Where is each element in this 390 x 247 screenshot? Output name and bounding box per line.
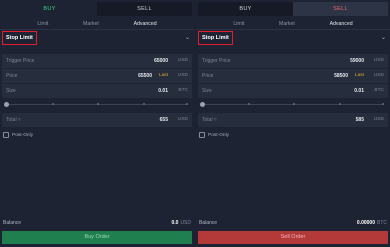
price-value: 65500 bbox=[138, 73, 152, 79]
tab-limit[interactable]: Limit bbox=[233, 19, 244, 29]
total-unit: USD bbox=[373, 117, 384, 122]
balance-label: Balance bbox=[3, 220, 22, 226]
tab-sell[interactable]: SELL bbox=[293, 2, 388, 16]
chevron-down-icon: ⌄ bbox=[380, 35, 386, 41]
total-input[interactable]: Total ≈ 655 USD bbox=[2, 113, 192, 127]
price-label: Price bbox=[6, 73, 18, 79]
trigger-price-label: Trigger Price bbox=[202, 58, 231, 64]
tab-buy[interactable]: BUY bbox=[2, 2, 97, 16]
tab-market[interactable]: Market bbox=[83, 19, 99, 29]
slider-tick bbox=[142, 103, 145, 105]
order-type-tabs: Limit Market Advanced bbox=[196, 19, 390, 29]
slider-tick bbox=[247, 103, 250, 105]
size-slider[interactable] bbox=[4, 102, 189, 108]
post-only-label: Post-Only bbox=[208, 132, 230, 138]
sell-order-button[interactable]: Sell Order bbox=[198, 231, 388, 244]
order-type-value: Stop Limit bbox=[198, 31, 233, 45]
post-only-checkbox[interactable] bbox=[3, 132, 9, 138]
size-input[interactable]: Size 0.01 BTC bbox=[2, 84, 192, 98]
tab-advanced[interactable]: Advanced bbox=[134, 19, 157, 29]
post-only-label: Post-Only bbox=[12, 132, 34, 138]
size-unit: BTC bbox=[374, 88, 384, 93]
order-type-select[interactable]: Stop Limit ⌄ bbox=[196, 31, 390, 45]
tab-limit[interactable]: Limit bbox=[37, 19, 48, 29]
balance-unit: USD bbox=[180, 220, 191, 226]
total-value: 655 bbox=[159, 117, 168, 123]
side-tabs: BUY SELL bbox=[2, 2, 192, 16]
chevron-down-icon: ⌄ bbox=[184, 35, 190, 41]
last-price-button[interactable]: Last bbox=[159, 69, 168, 83]
buy-order-button[interactable]: Buy Order bbox=[2, 231, 192, 244]
divider bbox=[0, 29, 194, 30]
total-input[interactable]: Total ≈ 585 USD bbox=[198, 113, 388, 127]
slider-tick bbox=[51, 103, 54, 105]
balance-row: Balance 0.0 USD bbox=[3, 219, 191, 228]
size-label: Size bbox=[202, 88, 212, 94]
size-value: 0.01 bbox=[158, 88, 168, 94]
total-unit: USD bbox=[177, 117, 188, 122]
slider-tick bbox=[338, 103, 341, 105]
tab-sell[interactable]: SELL bbox=[97, 2, 192, 16]
total-label: Total ≈ bbox=[202, 117, 217, 123]
price-label: Price bbox=[202, 73, 214, 79]
order-type-tabs: Limit Market Advanced bbox=[0, 19, 194, 29]
balance-amount: 0.0 bbox=[171, 220, 179, 226]
size-value: 0.01 bbox=[354, 88, 364, 94]
slider-tick bbox=[293, 103, 295, 105]
trigger-price-value: 59000 bbox=[350, 58, 364, 64]
divider bbox=[196, 29, 390, 30]
post-only-checkbox[interactable] bbox=[199, 132, 205, 138]
trigger-price-unit: USD bbox=[373, 58, 384, 63]
tab-advanced[interactable]: Advanced bbox=[330, 19, 353, 29]
size-slider[interactable] bbox=[200, 102, 385, 108]
order-type-value: Stop Limit bbox=[2, 31, 37, 45]
trigger-price-input[interactable]: Trigger Price 65000 USD bbox=[2, 54, 192, 68]
balance-value: 0.0 USD bbox=[171, 219, 191, 228]
trigger-price-unit: USD bbox=[177, 58, 188, 63]
post-only-toggle[interactable]: Post-Only bbox=[199, 131, 229, 139]
trigger-price-value: 65000 bbox=[154, 58, 168, 64]
balance-amount: 0.00000 bbox=[356, 220, 375, 226]
price-value: 58500 bbox=[334, 73, 348, 79]
buy-panel: BUY SELL Limit Market Advanced Stop Limi… bbox=[0, 0, 194, 247]
price-input[interactable]: Price 65500 Last USD bbox=[2, 69, 192, 83]
side-tabs: BUY SELL bbox=[198, 2, 388, 16]
slider-handle[interactable] bbox=[4, 102, 9, 107]
price-unit: USD bbox=[177, 73, 188, 78]
total-value: 585 bbox=[355, 117, 364, 123]
last-price-button[interactable]: Last bbox=[355, 69, 364, 83]
size-input[interactable]: Size 0.01 BTC bbox=[198, 84, 388, 98]
price-unit: USD bbox=[373, 73, 384, 78]
balance-value: 0.00000 BTC bbox=[357, 219, 387, 228]
size-unit: BTC bbox=[178, 88, 188, 93]
total-label: Total ≈ bbox=[6, 117, 21, 123]
size-label: Size bbox=[6, 88, 16, 94]
slider-tick bbox=[97, 103, 99, 105]
balance-unit: BTC bbox=[377, 220, 387, 226]
slider-handle[interactable] bbox=[200, 102, 205, 107]
tab-buy[interactable]: BUY bbox=[198, 2, 293, 16]
balance-label: Balance bbox=[199, 220, 218, 226]
trigger-price-label: Trigger Price bbox=[6, 58, 35, 64]
order-type-select[interactable]: Stop Limit ⌄ bbox=[0, 31, 194, 45]
trigger-price-input[interactable]: Trigger Price 59000 USD bbox=[198, 54, 388, 68]
balance-row: Balance 0.00000 BTC bbox=[199, 219, 387, 228]
post-only-toggle[interactable]: Post-Only bbox=[3, 131, 33, 139]
price-input[interactable]: Price 58500 Last USD bbox=[198, 69, 388, 83]
sell-panel: BUY SELL Limit Market Advanced Stop Limi… bbox=[196, 0, 390, 247]
tab-market[interactable]: Market bbox=[279, 19, 295, 29]
